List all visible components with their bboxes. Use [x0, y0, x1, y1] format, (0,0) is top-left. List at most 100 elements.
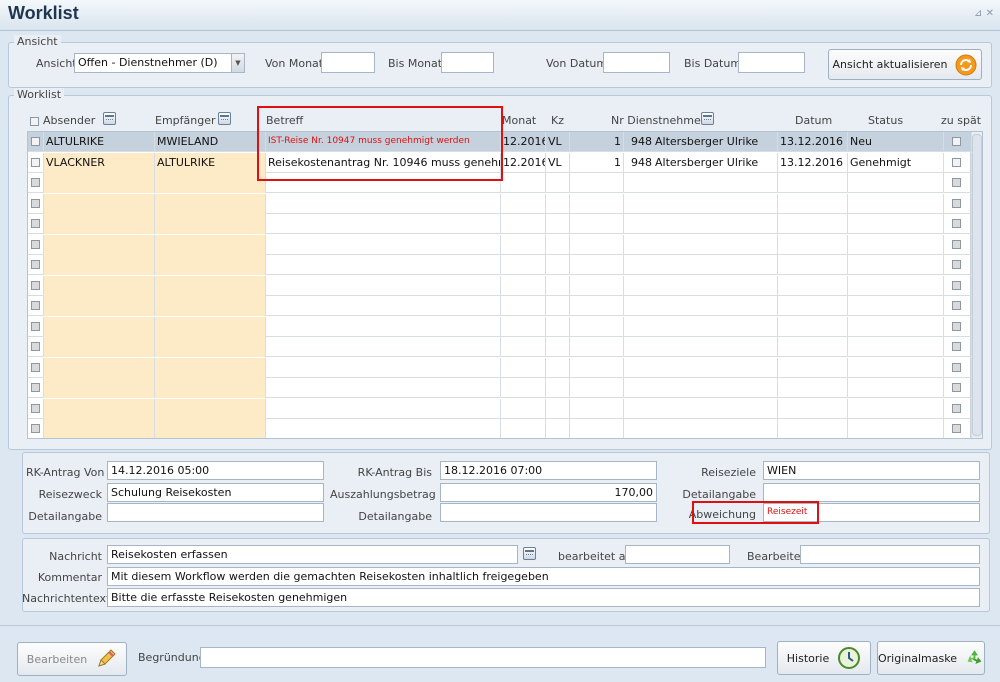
row-checkbox[interactable]	[31, 383, 40, 392]
scrollbar-thumb[interactable]	[972, 134, 982, 436]
bis-monat-input[interactable]	[441, 52, 494, 73]
table-row[interactable]	[28, 337, 972, 357]
table-row[interactable]	[28, 378, 972, 398]
auszahlungsbetrag-field[interactable]: 170,00	[440, 483, 657, 502]
historie-button[interactable]: Historie	[777, 641, 871, 675]
row-select-cell	[28, 193, 44, 214]
table-row[interactable]	[28, 255, 972, 275]
cell-datum	[778, 173, 848, 193]
header-kz[interactable]: Kz	[551, 114, 564, 127]
cell-betreff	[266, 337, 501, 357]
nachrichtentext-field[interactable]: Bitte die erfasste Reisekosten genehmige…	[107, 588, 980, 607]
zu-spaet-checkbox[interactable]	[952, 301, 961, 310]
dienstnehmer-filter-icon[interactable]	[701, 112, 714, 125]
row-checkbox[interactable]	[31, 219, 40, 228]
bearbeitet-am-field[interactable]	[625, 545, 730, 564]
zu-spaet-checkbox[interactable]	[952, 239, 961, 249]
absender-filter-icon[interactable]	[103, 112, 116, 125]
worklist-legend: Worklist	[14, 88, 65, 101]
table-row[interactable]	[28, 214, 972, 234]
reiseziele-field[interactable]: WIEN	[763, 461, 980, 480]
row-checkbox[interactable]	[31, 280, 40, 290]
ansicht-select[interactable]: Offen - Dienstnehmer (D) ▼	[74, 53, 245, 73]
table-row[interactable]	[28, 296, 972, 316]
row-checkbox[interactable]	[31, 178, 40, 187]
row-checkbox[interactable]	[31, 301, 40, 310]
zu-spaet-checkbox[interactable]	[952, 342, 961, 351]
select-all-checkbox[interactable]	[30, 117, 39, 126]
detailangabe-left-label: Detailangabe	[28, 510, 102, 523]
row-checkbox[interactable]	[31, 239, 40, 249]
row-checkbox[interactable]	[31, 321, 40, 331]
bearbeiter-field[interactable]	[800, 545, 980, 564]
header-datum[interactable]: Datum	[795, 114, 832, 127]
von-monat-input[interactable]	[321, 52, 375, 73]
detailangabe-middle-field[interactable]	[440, 503, 657, 522]
detailangabe-right-field[interactable]	[763, 483, 980, 502]
zu-spaet-checkbox[interactable]	[952, 219, 961, 228]
header-absender[interactable]: Absender	[43, 114, 95, 127]
header-empfaenger[interactable]: Empfänger	[155, 114, 216, 127]
row-select-cell	[28, 296, 44, 316]
kommentar-label: Kommentar	[37, 571, 102, 584]
rk-antrag-von-field[interactable]: 14.12.2016 05:00	[107, 461, 324, 480]
zu-spaet-checkbox[interactable]	[952, 383, 961, 392]
zu-spaet-checkbox[interactable]	[952, 280, 961, 290]
empfaenger-filter-icon[interactable]	[218, 112, 231, 125]
row-checkbox[interactable]	[31, 342, 40, 351]
row-checkbox[interactable]	[31, 403, 40, 413]
row-checkbox[interactable]	[31, 362, 40, 372]
cell-nr	[570, 214, 624, 234]
row-checkbox[interactable]	[31, 137, 40, 146]
zu-spaet-checkbox[interactable]	[952, 362, 961, 372]
row-checkbox[interactable]	[31, 260, 40, 269]
bis-monat-label: Bis Monat	[388, 57, 443, 70]
cell-absender: VLACKNER	[44, 152, 155, 173]
header-zu-spaet[interactable]: zu spät	[941, 114, 981, 127]
detailangabe-left-field[interactable]	[107, 503, 324, 522]
window-controls[interactable]: ⊿ ✕	[974, 8, 994, 19]
von-datum-input[interactable]	[603, 52, 670, 73]
rk-antrag-bis-field[interactable]: 18.12.2016 07:00	[440, 461, 657, 480]
reisezweck-field[interactable]: Schulung Reisekosten	[107, 483, 324, 502]
table-row[interactable]	[28, 316, 972, 337]
zu-spaet-checkbox[interactable]	[952, 198, 961, 208]
bearbeiten-button[interactable]: Bearbeiten	[17, 642, 127, 676]
zu-spaet-checkbox[interactable]	[952, 157, 961, 167]
zu-spaet-checkbox[interactable]	[952, 424, 961, 433]
kommentar-field[interactable]: Mit diesem Workflow werden die gemachten…	[107, 567, 980, 586]
zu-spaet-checkbox[interactable]	[952, 137, 961, 146]
row-checkbox[interactable]	[31, 198, 40, 208]
zu-spaet-checkbox[interactable]	[952, 403, 961, 413]
cell-kz	[546, 357, 570, 378]
row-checkbox[interactable]	[31, 157, 40, 167]
begruendung-field[interactable]	[200, 647, 766, 668]
table-row[interactable]	[28, 193, 972, 214]
cell-dn: 948 Altersberger Ulrike	[624, 132, 778, 152]
table-row[interactable]	[28, 419, 972, 438]
ansicht-label: Ansicht	[36, 57, 77, 70]
table-row[interactable]	[28, 275, 972, 296]
close-icon[interactable]: ✕	[986, 8, 994, 19]
refresh-view-button[interactable]: Ansicht aktualisieren	[828, 49, 982, 80]
table-row[interactable]	[28, 357, 972, 378]
header-nr-dienstnehmer[interactable]: Nr Dienstnehmer	[611, 114, 705, 127]
cell-datum	[778, 275, 848, 296]
cell-monat	[501, 255, 546, 275]
nachricht-field[interactable]: Reisekosten erfassen	[107, 545, 518, 564]
zu-spaet-cell	[944, 337, 972, 357]
row-checkbox[interactable]	[31, 424, 40, 433]
zu-spaet-checkbox[interactable]	[952, 178, 961, 187]
zu-spaet-checkbox[interactable]	[952, 321, 961, 331]
zu-spaet-cell	[944, 275, 972, 296]
bis-datum-input[interactable]	[738, 52, 805, 73]
chevron-down-icon[interactable]: ▼	[231, 54, 244, 72]
calendar-icon[interactable]	[523, 547, 536, 560]
zu-spaet-checkbox[interactable]	[952, 260, 961, 269]
table-row[interactable]	[28, 398, 972, 419]
originalmaske-button[interactable]: Originalmaske	[877, 641, 985, 675]
header-status[interactable]: Status	[868, 114, 903, 127]
table-row[interactable]	[28, 234, 972, 255]
minimize-icon[interactable]: ⊿	[974, 8, 982, 19]
header-monat[interactable]: Monat	[502, 114, 536, 127]
